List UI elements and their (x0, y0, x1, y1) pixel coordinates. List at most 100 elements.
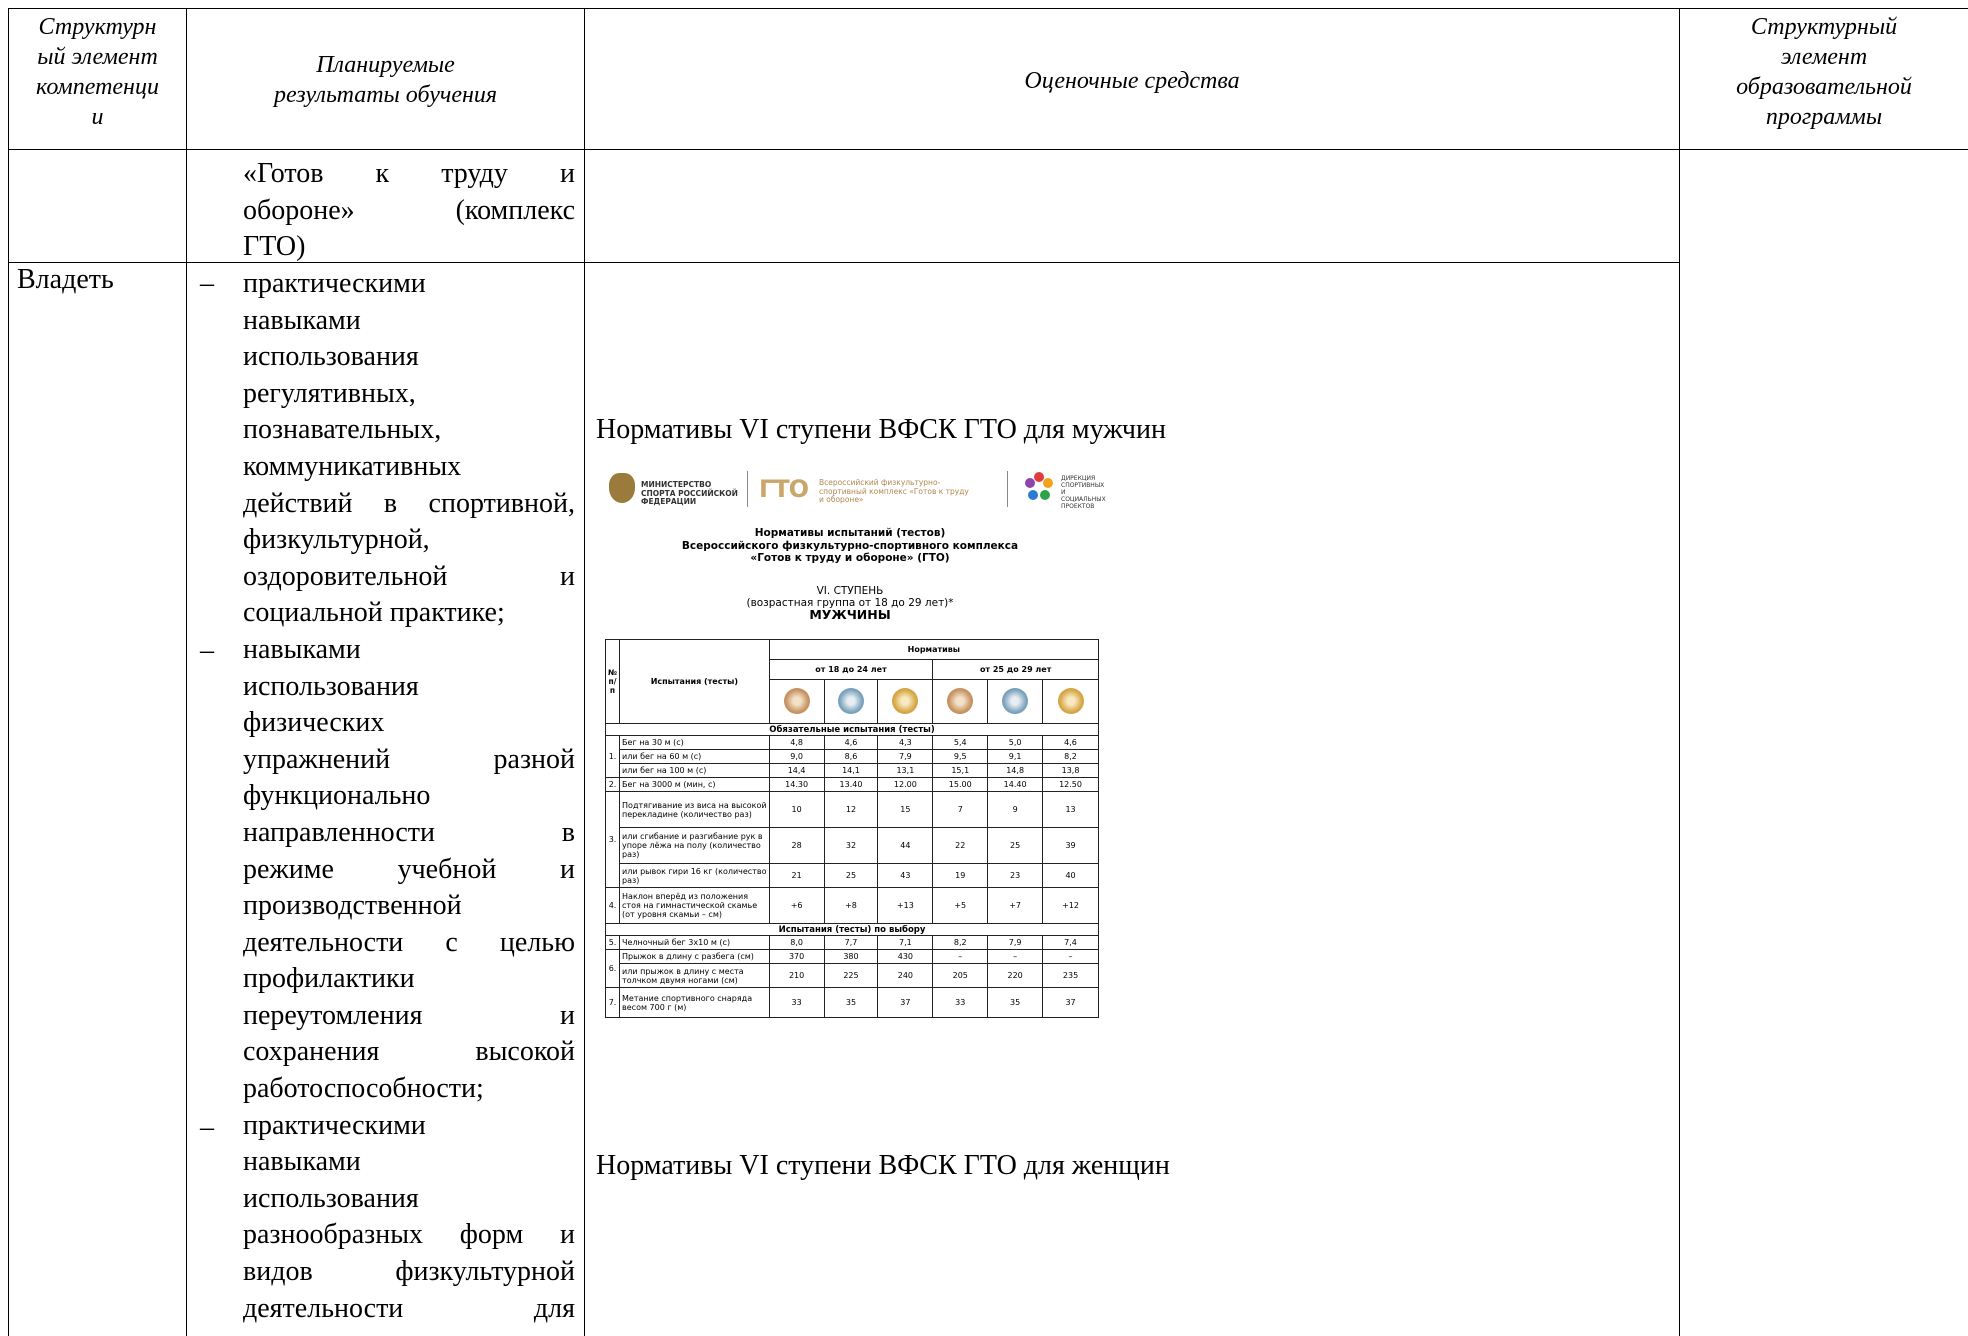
results-line: разнообразных форм и (243, 1219, 575, 1251)
test-name: Прыжок в длину с разбега (см) (619, 949, 770, 964)
value-cell: 22 (932, 827, 989, 864)
value-cell: 40 (1042, 863, 1099, 888)
results-line: ГТО) (243, 231, 306, 263)
bullet-dash: – (200, 1112, 214, 1143)
col-divider-3 (1679, 8, 1680, 1336)
value-cell: 37 (877, 987, 934, 1018)
header-col4-line: элемент (1780, 44, 1868, 70)
value-cell: 33 (932, 987, 989, 1018)
results-line: навыками (243, 633, 361, 665)
test-name: Бег на 3000 м (мин, с) (619, 777, 770, 792)
value-cell: +6 (768, 887, 825, 924)
logo-separator (1007, 471, 1008, 507)
test-name: или бег на 60 м (с) (619, 749, 770, 764)
value-cell: 380 (823, 949, 879, 964)
header-assessment-tools: Оценочные средства (1024, 68, 1240, 94)
value-cell: 4,6 (1042, 735, 1099, 750)
value-cell: 14,4 (768, 763, 825, 778)
col-divider-2 (584, 8, 585, 1336)
gto-logo-text: Всероссийский физкультурно-спортивный ко… (819, 478, 969, 504)
value-cell: 8,2 (932, 935, 989, 950)
results-line: функционально (243, 780, 431, 812)
value-cell: 8,6 (823, 749, 879, 764)
value-cell: – (1042, 949, 1099, 964)
badge-gold-icon (877, 679, 934, 724)
value-cell: 9,0 (768, 749, 825, 764)
caption-women: Нормативы VI ступени ВФСК ГТО для женщин (596, 1150, 1170, 1181)
table-row: 5. Челночный бег 3х10 м (с) 8,0 7,7 7,1 8,2… (604, 935, 1099, 950)
row2-element-label: Владеть (17, 264, 114, 295)
value-cell: 370 (768, 949, 825, 964)
value-cell: 8,2 (1042, 749, 1099, 764)
results-line: профилактики (243, 963, 415, 995)
header-col1-line: ый элемент (37, 44, 158, 70)
image-title-line: Нормативы испытаний (тестов) (754, 527, 946, 539)
caption-men: Нормативы VI ступени ВФСК ГТО для мужчин (596, 414, 1166, 445)
value-cell: 7,9 (987, 935, 1044, 950)
col-divider-1 (186, 8, 187, 1336)
value-cell: 12.50 (1042, 777, 1099, 792)
header-col2-line: Планируемые (316, 52, 455, 78)
bullet-dash: – (200, 268, 214, 299)
test-name: или рывок гири 16 кг (количество раз) (619, 863, 770, 888)
image-title: Нормативы испытаний (тестов) Всероссийск… (595, 527, 1105, 565)
results-line: сохранения высокой (243, 1036, 575, 1068)
value-cell: 35 (823, 987, 879, 1018)
row-number: 2. (604, 777, 621, 792)
value-cell: 5,0 (987, 735, 1044, 750)
results-line: режиме учебной и (243, 853, 575, 885)
table-row: или бег на 100 м (с) 14,4 14,1 13,1 15,1 14,… (606, 763, 1099, 778)
value-cell: 225 (823, 963, 879, 988)
value-cell: 32 (823, 827, 879, 864)
value-cell: 7,4 (1042, 935, 1099, 950)
results-line: упражнений разной (243, 743, 575, 775)
value-cell: 13 (1042, 791, 1099, 828)
th-tests: Испытания (тесты) (619, 639, 770, 724)
badge-silver-icon (823, 679, 879, 724)
value-cell: 13,1 (877, 763, 934, 778)
table-row: 6. Прыжок в длину с разбега (см) 370 380 4… (604, 949, 1099, 988)
value-cell: +7 (987, 887, 1044, 924)
value-cell: 37 (1042, 987, 1099, 1018)
results-line: переутомления и (243, 999, 575, 1031)
results-line: использования (243, 1182, 419, 1214)
table-row: или прыжок в длину с места толчком двумя… (606, 963, 1099, 988)
results-line: практическими (243, 1109, 426, 1141)
value-cell: 25 (987, 827, 1044, 864)
results-line: социальной практике; (243, 597, 505, 629)
test-name: или бег на 100 м (с) (619, 763, 770, 778)
row-number: 5. (604, 935, 621, 950)
header-col4-line: Структурный (1750, 14, 1898, 40)
results-line: работоспособности; (243, 1073, 484, 1105)
value-cell: 4,8 (768, 735, 825, 750)
value-cell: 8,0 (768, 935, 825, 950)
row-number: 6. (604, 949, 621, 988)
results-line: познавательных, (243, 414, 442, 446)
row-number: 3. (604, 791, 621, 888)
bullet-dash: – (200, 635, 214, 666)
value-cell: 10 (768, 791, 825, 828)
logo-strip: МИНИСТЕРСТВО СПОРТА РОССИЙСКОЙ ФЕДЕРАЦИИ… (607, 463, 1106, 515)
value-cell: 14,1 (823, 763, 879, 778)
table-row: или сгибание и разгибание рук в упоре лё… (606, 827, 1099, 864)
results-line: оздоровительной и (243, 560, 575, 592)
results-line: деятельности с целью (243, 926, 575, 958)
results-line: деятельности для (243, 1292, 575, 1324)
row-number: 1. (604, 735, 621, 778)
value-cell: 14.30 (768, 777, 825, 792)
value-cell: 430 (877, 949, 934, 964)
table-row: 3. Подтягивание из виса на высокой перек… (604, 791, 1099, 888)
badge-bronze-icon (768, 679, 825, 724)
th-age-18-24: от 18 до 24 лет (768, 659, 934, 680)
results-line: обороне» (комплекс (243, 194, 575, 226)
value-cell: 7,1 (877, 935, 934, 950)
results-line: навыками (243, 1146, 361, 1178)
value-cell: 13.40 (823, 777, 879, 792)
value-cell: 23 (987, 863, 1044, 888)
directorate-star-icon (1025, 472, 1053, 500)
image-title-line: Всероссийского физкультурно-спортивного … (681, 539, 1019, 552)
value-cell: 35 (987, 987, 1044, 1018)
value-cell: 220 (987, 963, 1044, 988)
results-line: навыками (243, 304, 361, 336)
logo-separator (747, 471, 748, 507)
